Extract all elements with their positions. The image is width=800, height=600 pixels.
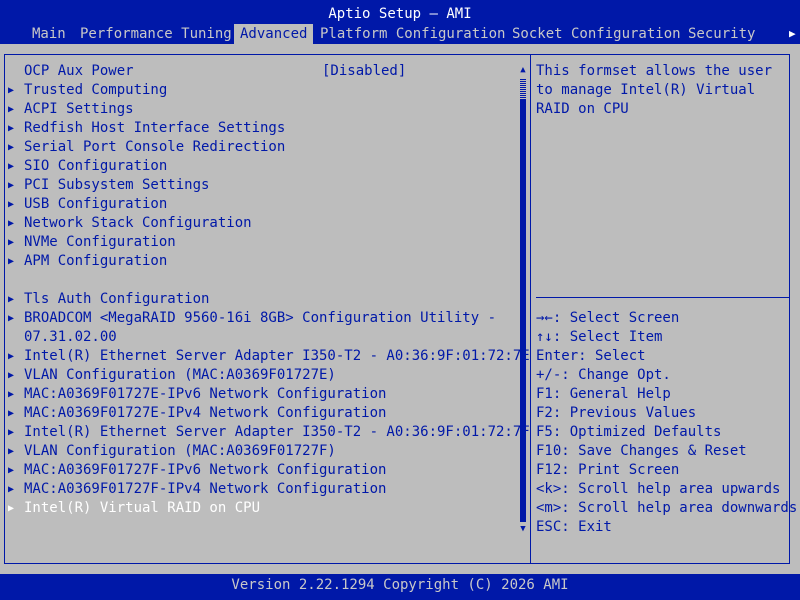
menu-item-label: MAC:A0369F01727F-IPv6 Network Configurat… (24, 462, 387, 478)
key-hint-esc: ESC: Exit (536, 519, 612, 535)
submenu-arrow-icon: ▶ (8, 180, 15, 191)
menu-item-label: APM Configuration (24, 253, 168, 269)
submenu-arrow-icon: ▶ (8, 104, 15, 115)
menu-scrollbar[interactable]: ▲ ▼ (518, 64, 528, 538)
tab-bar: Main Performance Tuning Advanced Platfor… (0, 24, 800, 44)
tab-advanced[interactable]: Advanced (234, 24, 314, 44)
key-hint-f12: F12: Print Screen (536, 462, 680, 478)
tab-main[interactable]: Main (32, 24, 66, 44)
tab-platform-configuration[interactable]: Platform Configuration (320, 24, 505, 44)
menu-item-nvme-configuration[interactable]: ▶ NVMe Configuration (0, 233, 520, 252)
menu-item-label: USB Configuration (24, 196, 168, 212)
menu-item-ipv4-7e[interactable]: ▶ MAC:A0369F01727E-IPv4 Network Configur… (0, 404, 520, 423)
help-divider (536, 297, 790, 298)
menu-item-label: VLAN Configuration (MAC:A0369F01727F) (24, 443, 336, 459)
key-hint-scroll-down: <m>: Scroll help area downwards (536, 500, 798, 516)
key-hint-f10: F10: Save Changes & Reset (536, 443, 747, 459)
menu-item-label: Intel(R) Ethernet Server Adapter I350-T2… (24, 348, 530, 364)
submenu-arrow-icon: ▶ (8, 199, 15, 210)
menu-item-ipv6-7f[interactable]: ▶ MAC:A0369F01727F-IPv6 Network Configur… (0, 461, 520, 480)
menu-item-intel-ethernet-7f[interactable]: ▶ Intel(R) Ethernet Server Adapter I350-… (0, 423, 530, 442)
menu-item-redfish-host-interface[interactable]: ▶ Redfish Host Interface Settings (0, 119, 520, 138)
menu-item-label: VLAN Configuration (MAC:A0369F01727E) (24, 367, 336, 383)
menu-item-pci-subsystem[interactable]: ▶ PCI Subsystem Settings (0, 176, 520, 195)
submenu-arrow-icon: ▶ (8, 161, 15, 172)
menu-item-value[interactable]: [Disabled] (322, 62, 406, 81)
submenu-arrow-icon: ▶ (8, 85, 15, 96)
submenu-arrow-icon: ▶ (8, 313, 15, 324)
menu-item-label: MAC:A0369F01727E-IPv4 Network Configurat… (24, 405, 387, 421)
key-hint-f1: F1: General Help (536, 386, 671, 402)
submenu-arrow-icon: ▶ (8, 294, 15, 305)
submenu-arrow-icon: ▶ (8, 142, 15, 153)
menu-item-label: Network Stack Configuration (24, 215, 252, 231)
menu-item-vlan-7e[interactable]: ▶ VLAN Configuration (MAC:A0369F01727E) (0, 366, 520, 385)
submenu-arrow-icon: ▶ (8, 218, 15, 229)
submenu-arrow-icon: ▶ (8, 503, 15, 514)
menu-item-label: MAC:A0369F01727F-IPv4 Network Configurat… (24, 481, 387, 497)
submenu-arrow-icon: ▶ (8, 123, 15, 134)
submenu-arrow-icon: ▶ (8, 465, 15, 476)
menu-item-serial-port-console[interactable]: ▶ Serial Port Console Redirection (0, 138, 520, 157)
scroll-track[interactable] (520, 78, 526, 522)
menu-item-ipv4-7f[interactable]: ▶ MAC:A0369F01727F-IPv4 Network Configur… (0, 480, 520, 499)
key-hint-enter: Enter: Select (536, 348, 646, 364)
scroll-up-icon[interactable]: ▲ (518, 64, 528, 76)
key-hint-select-screen: →←: Select Screen (536, 310, 680, 326)
menu-item-label: BROADCOM <MegaRAID 9560-16i 8GB> Configu… (24, 310, 497, 326)
menu-item-tls-auth[interactable]: ▶ Tls Auth Configuration (0, 290, 520, 309)
menu-item-usb-configuration[interactable]: ▶ USB Configuration (0, 195, 520, 214)
submenu-arrow-icon: ▶ (8, 256, 15, 267)
submenu-arrow-icon: ▶ (8, 370, 15, 381)
key-hint-f5: F5: Optimized Defaults (536, 424, 722, 440)
menu-item-label: Redfish Host Interface Settings (24, 120, 286, 136)
key-hint-f2: F2: Previous Values (536, 405, 697, 421)
version-footer: Version 2.22.1294 Copyright (C) 2026 AMI (231, 577, 569, 593)
menu-item-ocp-aux-power[interactable]: OCP Aux Power [Disabled] (0, 62, 520, 81)
tab-socket-configuration[interactable]: Socket Configuration (512, 24, 681, 44)
submenu-arrow-icon: ▶ (8, 427, 15, 438)
window-title: Aptio Setup – AMI (328, 6, 472, 22)
scroll-down-icon[interactable]: ▼ (518, 523, 528, 535)
menu-item-intel-ethernet-7e[interactable]: ▶ Intel(R) Ethernet Server Adapter I350-… (0, 347, 530, 366)
menu-item-broadcom-megaraid[interactable]: ▶ BROADCOM <MegaRAID 9560-16i 8GB> Confi… (0, 309, 520, 328)
scroll-thumb[interactable] (520, 78, 526, 100)
tab-security[interactable]: Security (688, 24, 755, 44)
menu-item-label: Intel(R) Virtual RAID on CPU (24, 500, 261, 516)
menu-item-label: MAC:A0369F01727E-IPv6 Network Configurat… (24, 386, 387, 402)
menu-item-network-stack[interactable]: ▶ Network Stack Configuration (0, 214, 520, 233)
main-panel: OCP Aux Power [Disabled] ▶ Trusted Compu… (0, 44, 800, 574)
menu-item-label: 07.31.02.00 (24, 329, 117, 345)
submenu-arrow-icon: ▶ (8, 484, 15, 495)
submenu-arrow-icon: ▶ (8, 237, 15, 248)
menu-item-label: Intel(R) Ethernet Server Adapter I350-T2… (24, 424, 530, 440)
panel-divider (530, 54, 531, 564)
menu-item-ipv6-7e[interactable]: ▶ MAC:A0369F01727E-IPv6 Network Configur… (0, 385, 520, 404)
key-hint-scroll-up: <k>: Scroll help area upwards (536, 481, 781, 497)
menu-item-label: Serial Port Console Redirection (24, 139, 286, 155)
menu-item-acpi-settings[interactable]: ▶ ACPI Settings (0, 100, 520, 119)
menu-item-sio-configuration[interactable]: ▶ SIO Configuration (0, 157, 520, 176)
help-text: This formset allows the user to manage I… (536, 63, 781, 117)
menu-item-label: SIO Configuration (24, 158, 168, 174)
menu-item-trusted-computing[interactable]: ▶ Trusted Computing (0, 81, 520, 100)
menu-item-vlan-7f[interactable]: ▶ VLAN Configuration (MAC:A0369F01727F) (0, 442, 520, 461)
menu-item-label: OCP Aux Power (24, 63, 134, 79)
key-hint-change-opt: +/-: Change Opt. (536, 367, 671, 383)
tab-performance-tuning[interactable]: Performance Tuning (80, 24, 232, 44)
menu-item-apm-configuration[interactable]: ▶ APM Configuration (0, 252, 520, 271)
menu-item-label: Tls Auth Configuration (24, 291, 210, 307)
menu-item-intel-vroc[interactable]: ▶ Intel(R) Virtual RAID on CPU (0, 499, 520, 518)
menu-item-broadcom-version: 07.31.02.00 (0, 328, 520, 347)
submenu-arrow-icon: ▶ (8, 408, 15, 419)
submenu-arrow-icon: ▶ (8, 389, 15, 400)
key-hint-select-item: ↑↓: Select Item (536, 329, 663, 345)
tabs-scroll-right-icon[interactable]: ▶ (789, 24, 796, 44)
menu-item-label: Trusted Computing (24, 82, 168, 98)
menu-item-label: NVMe Configuration (24, 234, 176, 250)
menu-item-label: ACPI Settings (24, 101, 134, 117)
submenu-arrow-icon: ▶ (8, 351, 15, 362)
submenu-arrow-icon: ▶ (8, 446, 15, 457)
menu-item-label: PCI Subsystem Settings (24, 177, 210, 193)
